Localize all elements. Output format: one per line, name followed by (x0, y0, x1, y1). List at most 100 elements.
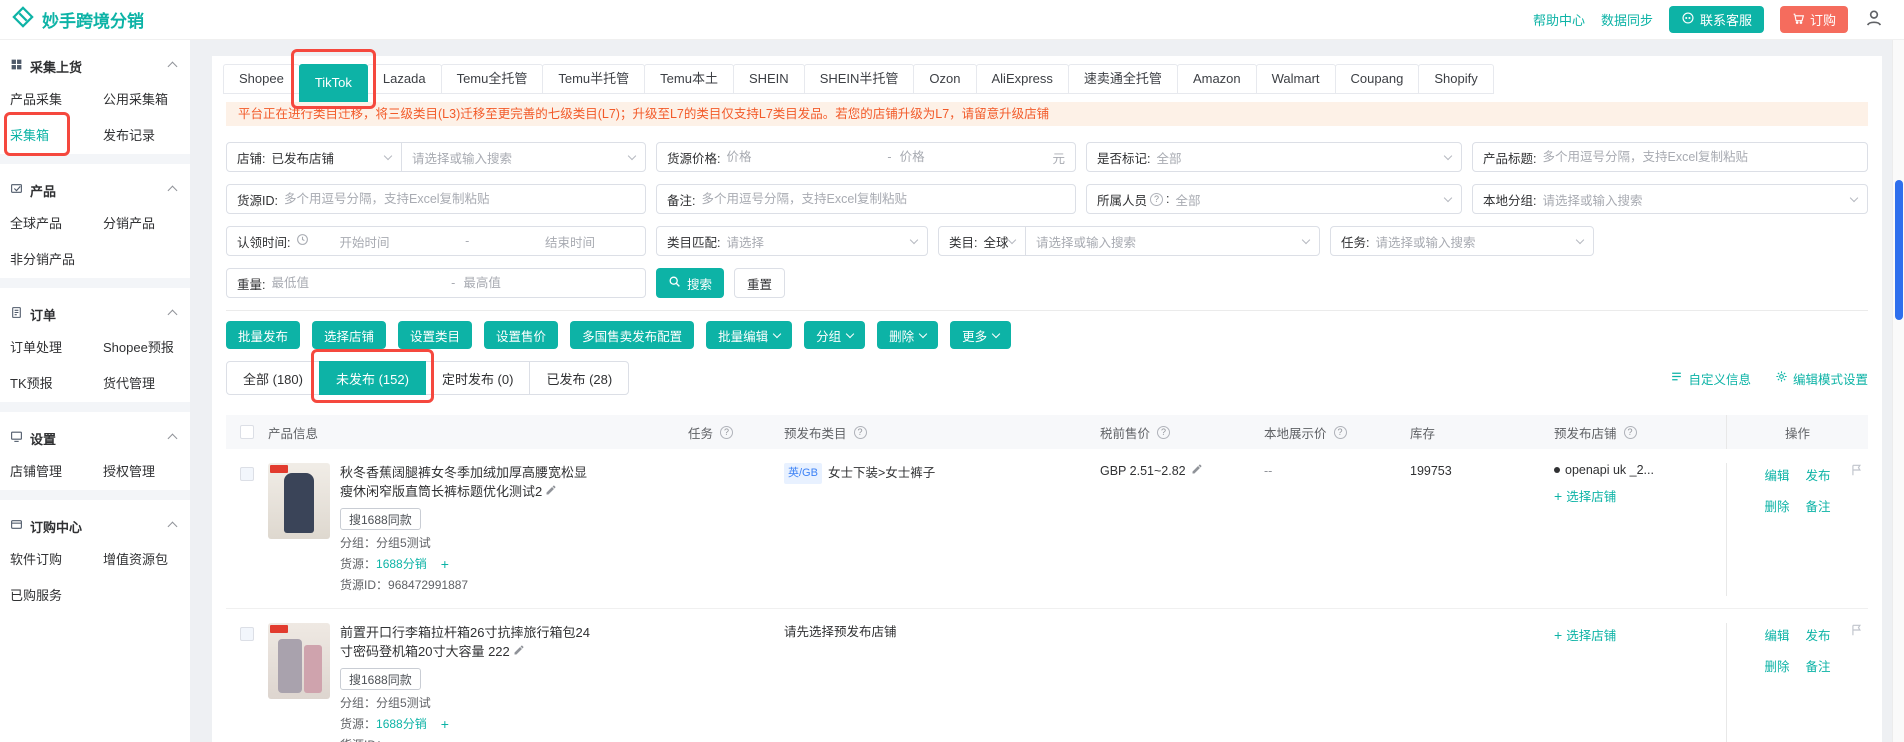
tab-temu-semi[interactable]: Temu半托管 (542, 64, 646, 94)
weight-min-input[interactable] (271, 276, 444, 290)
sidebar-item-global-products[interactable]: 全球产品 (10, 204, 103, 240)
category-scope-select[interactable]: 类目: 全球 (938, 226, 1026, 256)
edit-title-icon[interactable] (545, 484, 557, 499)
select-store-link[interactable]: + 选择店铺 (1554, 486, 1726, 505)
note-link[interactable]: 备注 (1806, 496, 1831, 515)
sidebar-section-purchase-center[interactable]: 订购中心 (0, 512, 190, 540)
source-link[interactable]: 1688分销 (376, 714, 427, 735)
product-title-filter[interactable]: 产品标题: (1472, 142, 1868, 172)
edit-link[interactable]: 编辑 (1764, 625, 1789, 644)
flag-icon[interactable] (1850, 463, 1864, 480)
status-tab-scheduled[interactable]: 定时发布 (0) (424, 361, 531, 395)
batch-edit-button[interactable]: 批量编辑 (706, 321, 793, 349)
tab-walmart[interactable]: Walmart (1255, 64, 1336, 94)
scrollbar[interactable] (1892, 40, 1904, 742)
search-button[interactable]: 搜索 (656, 268, 725, 298)
tab-smt-full[interactable]: 速卖通全托管 (1067, 64, 1178, 94)
shop-select[interactable]: 店铺: 已发布店铺 (226, 142, 402, 172)
tab-shopee[interactable]: Shopee (223, 64, 300, 94)
set-price-button[interactable]: 设置售价 (484, 321, 559, 349)
source-link[interactable]: 1688分销 (376, 554, 427, 575)
source-price-max-input[interactable] (899, 150, 1053, 164)
search-1688-same-button[interactable]: 搜1688同款 (340, 508, 421, 530)
sidebar-item-shopee-forecast[interactable]: Shopee预报 (103, 328, 190, 364)
weight-range[interactable]: 重量: - (226, 268, 646, 298)
product-title-input[interactable] (1542, 150, 1857, 164)
note-link[interactable]: 备注 (1806, 656, 1831, 675)
tab-tiktok[interactable]: TikTok (290, 49, 376, 109)
more-button[interactable]: 更多 (950, 321, 1012, 349)
order-button[interactable]: 订购 (1779, 6, 1848, 33)
select-all-checkbox[interactable] (240, 425, 254, 439)
tab-lazada[interactable]: Lazada (366, 64, 442, 94)
plus-icon[interactable]: + (441, 554, 449, 575)
task-select[interactable]: 任务: 请选择或输入搜索 (1330, 226, 1594, 256)
delete-button[interactable]: 删除 (877, 321, 939, 349)
sidebar-section-settings[interactable]: 设置 (0, 424, 190, 452)
data-sync-link[interactable]: 数据同步 (1601, 10, 1653, 29)
sidebar-item-authorization-management[interactable]: 授权管理 (103, 452, 190, 488)
question-icon[interactable]: ? (1150, 192, 1164, 206)
tab-amazon[interactable]: Amazon (1176, 64, 1257, 94)
choose-store-button[interactable]: 选择店铺 (312, 321, 387, 349)
product-image[interactable] (268, 623, 330, 699)
tab-ozon[interactable]: Ozon (913, 64, 977, 94)
shop-search-select[interactable]: 请选择或输入搜索 (401, 142, 646, 172)
question-icon[interactable]: ? (1333, 425, 1347, 439)
sidebar-item-non-distribution-products[interactable]: 非分销产品 (10, 240, 103, 276)
claim-time-range[interactable]: 认领时间: 开始时间 - 结束时间 (226, 226, 646, 256)
sidebar-item-freight-management[interactable]: 货代管理 (103, 364, 190, 400)
product-image[interactable] (268, 463, 330, 539)
owner-select[interactable]: 所属人员 ? : 全部 (1086, 184, 1462, 214)
batch-publish-button[interactable]: 批量发布 (226, 321, 301, 349)
sidebar-item-tk-forecast[interactable]: TK预报 (10, 364, 103, 400)
reset-button[interactable]: 重置 (734, 268, 786, 298)
remark-filter[interactable]: 备注: (656, 184, 1076, 214)
tab-aliexpress[interactable]: AliExpress (975, 64, 1069, 94)
sidebar-item-public-collect-box[interactable]: 公用采集箱 (103, 80, 190, 116)
sidebar-item-software-purchase[interactable]: 软件订购 (10, 540, 103, 576)
sidebar-item-product-collect[interactable]: 产品采集 (10, 80, 103, 116)
mark-select[interactable]: 是否标记: 全部 (1086, 142, 1462, 172)
edit-link[interactable]: 编辑 (1764, 465, 1789, 484)
edit-mode-settings-link[interactable]: 编辑模式设置 (1775, 369, 1868, 388)
help-center-link[interactable]: 帮助中心 (1533, 10, 1585, 29)
local-group-select[interactable]: 本地分组: 请选择或输入搜索 (1472, 184, 1868, 214)
user-avatar-icon[interactable] (1864, 8, 1884, 31)
select-store-link[interactable]: + 选择店铺 (1554, 625, 1726, 644)
tab-shein-semi[interactable]: SHEIN半托管 (803, 64, 915, 94)
status-tab-published[interactable]: 已发布 (28) (529, 361, 630, 395)
remark-input[interactable] (701, 192, 1065, 206)
status-tab-all[interactable]: 全部 (180) (226, 361, 320, 395)
sidebar-section-collect[interactable]: 采集上货 (0, 52, 190, 80)
question-icon[interactable]: ? (853, 425, 867, 439)
source-id-filter[interactable]: 货源ID: (226, 184, 646, 214)
tab-temu-full[interactable]: Temu全托管 (440, 64, 544, 94)
tab-shopify[interactable]: Shopify (1418, 64, 1494, 94)
search-1688-same-button[interactable]: 搜1688同款 (340, 668, 421, 690)
sidebar-item-publish-record[interactable]: 发布记录 (103, 116, 190, 152)
tab-coupang[interactable]: Coupang (1334, 64, 1420, 94)
sidebar-section-orders[interactable]: 订单 (0, 300, 190, 328)
delete-link[interactable]: 删除 (1764, 496, 1789, 515)
edit-title-icon[interactable] (513, 644, 525, 659)
publish-link[interactable]: 发布 (1806, 465, 1831, 484)
tab-temu-local[interactable]: Temu本土 (644, 64, 734, 94)
tab-shein[interactable]: SHEIN (732, 64, 805, 94)
group-button[interactable]: 分组 (804, 321, 866, 349)
plus-icon[interactable]: + (441, 714, 449, 735)
question-icon[interactable]: ? (1623, 425, 1637, 439)
edit-price-icon[interactable] (1191, 463, 1203, 478)
source-id-input[interactable] (283, 192, 635, 206)
source-price-min-input[interactable] (726, 150, 880, 164)
sidebar-item-distribution-products[interactable]: 分销产品 (103, 204, 190, 240)
publish-link[interactable]: 发布 (1806, 625, 1831, 644)
source-price-range[interactable]: 货源价格: - 元 (656, 142, 1076, 172)
scrollbar-thumb[interactable] (1895, 180, 1903, 320)
category-match-select[interactable]: 类目匹配: 请选择 (656, 226, 928, 256)
question-icon[interactable]: ? (1157, 425, 1171, 439)
row-checkbox[interactable] (240, 627, 254, 641)
sidebar-item-collect-box[interactable]: 采集箱 (4, 112, 103, 156)
category-search-select[interactable]: 请选择或输入搜索 (1025, 226, 1320, 256)
delete-link[interactable]: 删除 (1764, 656, 1789, 675)
